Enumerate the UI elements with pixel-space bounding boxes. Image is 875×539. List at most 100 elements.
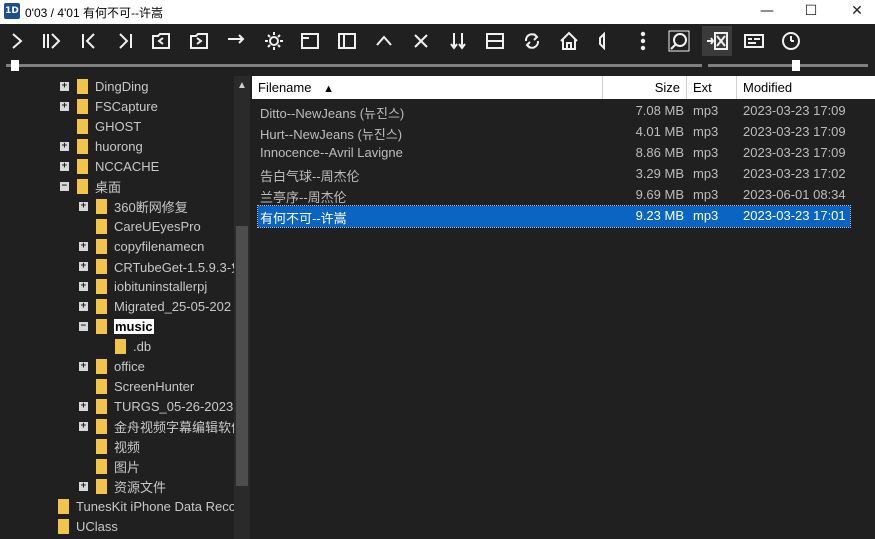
tree-item-label: office bbox=[114, 358, 145, 374]
expand-icon[interactable]: + bbox=[79, 481, 88, 491]
expand-icon[interactable]: + bbox=[60, 141, 69, 151]
file-row[interactable]: Hurt--NewJeans (뉴진스) 4.01 MB mp3 2023-03-23… bbox=[258, 122, 850, 143]
sort-button[interactable] bbox=[443, 26, 473, 56]
tree-item[interactable]: + 资源文件 bbox=[79, 476, 166, 496]
maximize-button[interactable]: ☐ bbox=[788, 0, 834, 24]
tree-item-label: GHOST bbox=[95, 118, 142, 134]
file-name: 兰亭序--周杰伦 bbox=[260, 190, 347, 205]
tree-item[interactable]: + CRTubeGet-1.5.9.3-免 bbox=[79, 256, 244, 276]
folder-back-button[interactable] bbox=[146, 26, 176, 56]
tree-item-label: 金舟视频字幕编辑软件 bbox=[114, 419, 245, 435]
expand-icon[interactable]: + bbox=[79, 261, 88, 271]
column-filename[interactable]: Filename ▲ bbox=[252, 76, 603, 99]
next-button[interactable] bbox=[110, 26, 140, 56]
volume-button[interactable] bbox=[588, 26, 618, 56]
close-file-button[interactable] bbox=[406, 26, 436, 56]
file-name: 有何不可--许嵩 bbox=[260, 211, 347, 226]
folder-forward-button[interactable] bbox=[184, 26, 214, 56]
title-bar: 1D 0'03 / 4'01 有何不可--许嵩 — ☐ ✕ bbox=[0, 0, 875, 24]
tree-item-label: TunesKit iPhone Data Reco bbox=[76, 498, 236, 514]
volume-icon bbox=[599, 31, 605, 51]
expand-icon[interactable]: + bbox=[60, 81, 69, 91]
volume-bar[interactable] bbox=[708, 64, 868, 67]
expand-icon[interactable]: + bbox=[79, 361, 88, 371]
tree-item-label: iobituninstallerpj bbox=[114, 278, 208, 294]
split-view-button[interactable] bbox=[480, 26, 510, 56]
column-ext[interactable]: Ext bbox=[687, 76, 737, 99]
file-modified: 2023-03-23 17:09 bbox=[743, 103, 846, 118]
tree-item[interactable]: CareUEyesPro bbox=[79, 216, 201, 236]
more-button[interactable] bbox=[628, 26, 658, 56]
scrollbar-thumb[interactable] bbox=[236, 226, 248, 486]
tree-item[interactable]: + DingDing bbox=[60, 76, 148, 96]
file-row[interactable]: 告白气球--周杰伦 3.29 MB mp3 2023-03-23 17:02 bbox=[258, 164, 850, 185]
tree-item[interactable]: + 金舟视频字幕编辑软件 bbox=[79, 416, 244, 436]
expand-icon[interactable]: + bbox=[60, 161, 69, 171]
tree-item[interactable]: GHOST bbox=[60, 116, 141, 136]
tree-item-label: 桌面 bbox=[95, 179, 122, 195]
file-row[interactable]: 兰亭序--周杰伦 9.69 MB mp3 2023-06-01 08:34 bbox=[258, 185, 850, 206]
expand-icon[interactable]: + bbox=[79, 301, 88, 311]
play-button[interactable] bbox=[2, 26, 32, 56]
close-button[interactable]: ✕ bbox=[834, 0, 875, 24]
tree-item[interactable]: + huorong bbox=[60, 136, 143, 156]
tree-item[interactable]: TunesKit iPhone Data Reco bbox=[58, 496, 236, 516]
tree-item[interactable]: + office bbox=[79, 356, 145, 376]
file-row[interactable]: Innocence--Avril Lavigne 8.86 MB mp3 2023-0… bbox=[258, 143, 850, 164]
subtitle-icon bbox=[744, 34, 764, 48]
tree-item[interactable]: 图片 bbox=[79, 456, 140, 476]
previous-button[interactable] bbox=[74, 26, 104, 56]
folder-icon bbox=[77, 178, 88, 194]
tree-item[interactable]: + copyfilenamecn bbox=[79, 236, 204, 256]
remove-from-list-button[interactable] bbox=[702, 26, 732, 56]
tree-item[interactable]: 视频 bbox=[79, 436, 140, 456]
panel-icon bbox=[338, 33, 356, 49]
search-button[interactable] bbox=[664, 26, 694, 56]
home-button[interactable] bbox=[554, 26, 584, 56]
minimize-button[interactable]: — bbox=[744, 0, 790, 24]
tree-item[interactable]: + iobituninstallerpj bbox=[79, 276, 207, 296]
tree-item[interactable]: − 桌面 bbox=[60, 176, 121, 196]
file-ext: mp3 bbox=[693, 145, 719, 160]
expand-icon[interactable]: + bbox=[60, 101, 69, 111]
tree-item[interactable]: UClass bbox=[58, 516, 118, 536]
collapse-icon[interactable]: − bbox=[79, 321, 88, 331]
pause-button[interactable] bbox=[36, 26, 66, 56]
arrow-right-button[interactable] bbox=[221, 26, 251, 56]
expand-icon[interactable]: + bbox=[79, 401, 88, 411]
repeat-button[interactable] bbox=[517, 26, 547, 56]
tree-item[interactable]: + Migrated_25-05-202 bbox=[79, 296, 231, 316]
collapse-icon[interactable]: − bbox=[60, 181, 69, 191]
play-icon bbox=[12, 33, 23, 49]
tree-scrollbar[interactable]: ▲ bbox=[234, 76, 250, 539]
seek-thumb[interactable] bbox=[10, 60, 19, 71]
collapse-button[interactable] bbox=[369, 26, 399, 56]
expand-icon[interactable]: + bbox=[79, 201, 88, 211]
tree-item[interactable]: +360断网修复 bbox=[79, 196, 188, 216]
scroll-up-icon[interactable]: ▲ bbox=[237, 80, 247, 91]
subtitle-button[interactable] bbox=[739, 26, 769, 56]
window-title: 0'03 / 4'01 有何不可--许嵩 bbox=[25, 6, 163, 20]
settings-button[interactable] bbox=[259, 26, 289, 56]
folder-icon bbox=[96, 218, 107, 234]
file-row[interactable]: 有何不可--许嵩 9.23 MB mp3 2023-03-23 17:01 bbox=[257, 205, 851, 228]
volume-thumb[interactable] bbox=[792, 60, 800, 71]
tree-item[interactable]: − music bbox=[79, 316, 154, 336]
expand-icon[interactable]: + bbox=[79, 421, 88, 431]
tree-item[interactable]: + TURGS_05-26-2023 0 bbox=[79, 396, 244, 416]
timer-button[interactable] bbox=[776, 26, 806, 56]
sort-ascending-icon: ▲ bbox=[323, 83, 334, 95]
expand-icon[interactable]: + bbox=[79, 281, 88, 291]
tree-item[interactable]: .db bbox=[98, 336, 151, 356]
window-button[interactable] bbox=[295, 26, 325, 56]
expand-icon[interactable]: + bbox=[79, 241, 88, 251]
tree-item[interactable]: ScreenHunter bbox=[79, 376, 194, 396]
column-modified[interactable]: Modified bbox=[737, 76, 875, 99]
file-row[interactable]: Ditto--NewJeans (뉴진스) 7.08 MB mp3 2023-03-2… bbox=[258, 101, 850, 122]
panel-button[interactable] bbox=[332, 26, 362, 56]
tree-item-label: .db bbox=[133, 338, 152, 354]
tree-item[interactable]: + FSCapture bbox=[60, 96, 158, 116]
tree-item[interactable]: + NCCACHE bbox=[60, 156, 159, 176]
column-size[interactable]: Size bbox=[603, 76, 687, 99]
seek-bar[interactable] bbox=[6, 64, 702, 67]
